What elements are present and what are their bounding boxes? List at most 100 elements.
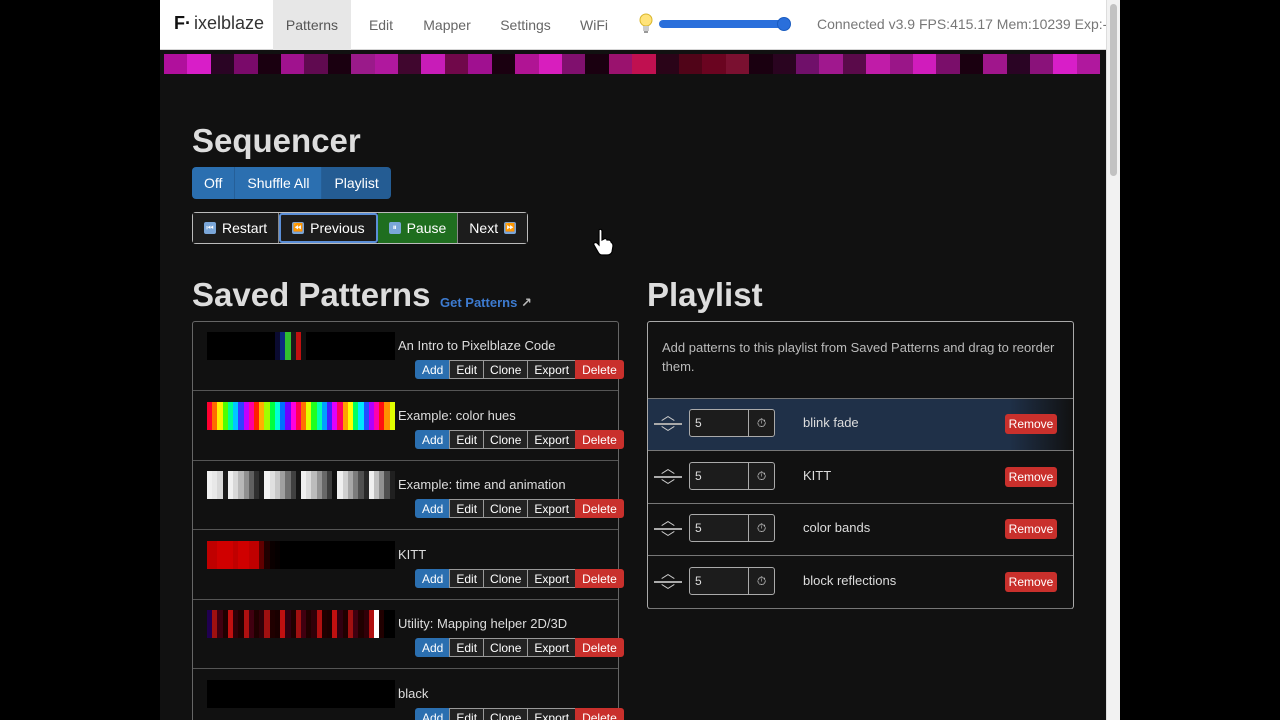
pattern-edit-button[interactable]: Edit xyxy=(449,429,485,449)
previous-label: Previous xyxy=(310,220,365,236)
pattern-add-button[interactable]: Add xyxy=(415,707,451,720)
pattern-delete-button[interactable]: Delete xyxy=(575,568,624,588)
pattern-preview[interactable] xyxy=(207,679,395,708)
led-pixel xyxy=(749,54,773,74)
remove-button[interactable]: Remove xyxy=(1005,414,1057,434)
pause-icon: ⏸ xyxy=(388,222,401,234)
pattern-export-button[interactable]: Export xyxy=(527,360,577,379)
remove-button[interactable]: Remove xyxy=(1005,571,1057,592)
led-pixel xyxy=(632,54,656,74)
pattern-delete-button[interactable]: Delete xyxy=(575,360,624,379)
pattern-add-button[interactable]: Add xyxy=(415,638,451,657)
tab-mapper[interactable]: Mapper xyxy=(415,0,479,50)
page-scrollbar[interactable] xyxy=(1106,0,1120,720)
tab-wifi[interactable]: WiFi xyxy=(573,0,615,50)
pattern-edit-button[interactable]: Edit xyxy=(449,638,485,657)
pattern-actions: Add Edit Clone Export Delete xyxy=(415,707,624,720)
playlist-row[interactable]: ︿ ﹀ 5 ⏱ blink fade Remove xyxy=(648,399,1073,451)
brightness-slider-knob[interactable] xyxy=(777,17,791,31)
mode-off-button[interactable]: Off xyxy=(192,167,236,199)
pattern-preview[interactable] xyxy=(207,471,395,499)
tab-edit[interactable]: Edit xyxy=(355,0,407,50)
pattern-export-button[interactable]: Export xyxy=(527,429,577,449)
playlist-hint: Add patterns to this playlist from Saved… xyxy=(662,340,1055,374)
pattern-export-button[interactable]: Export xyxy=(527,499,577,518)
duration-field[interactable]: 5 ⏱ xyxy=(689,566,775,595)
led-pixel xyxy=(983,54,1007,74)
playlist-title: Playlist xyxy=(647,276,763,313)
pattern-preview[interactable] xyxy=(207,332,395,360)
hand-cursor-icon xyxy=(593,228,614,256)
drag-handle-icon[interactable]: ︿ ﹀ xyxy=(654,566,682,598)
pattern-preview[interactable] xyxy=(207,610,395,638)
saved-patterns-list: An Intro to Pixelblaze Code Add Edit Clone E… xyxy=(192,321,624,720)
pattern-clone-button[interactable]: Clone xyxy=(483,499,529,518)
pattern-name: Utility: Mapping helper 2D/3D xyxy=(398,616,568,631)
pattern-add-button[interactable]: Add xyxy=(415,429,451,449)
pattern-edit-button[interactable]: Edit xyxy=(449,707,485,720)
app-window: F· ixelblaze Patterns Edit Mapper Settin… xyxy=(160,0,1106,720)
pattern-export-button[interactable]: Export xyxy=(527,638,577,657)
restart-button[interactable]: ⏮ Restart xyxy=(193,213,280,243)
scrollbar-thumb[interactable] xyxy=(1110,4,1117,176)
led-preview-strip xyxy=(164,54,1101,74)
playlist-row[interactable]: ︿ ﹀ 5 ⏱ KITT Remove xyxy=(648,452,1073,504)
brand[interactable]: F· ixelblaze xyxy=(174,13,264,34)
tab-patterns[interactable]: Patterns xyxy=(273,0,351,50)
pattern-preview[interactable] xyxy=(207,540,395,569)
tab-settings[interactable]: Settings xyxy=(493,0,558,50)
drag-handle-icon[interactable]: ︿ ﹀ xyxy=(654,513,682,545)
navbar: F· ixelblaze Patterns Edit Mapper Settin… xyxy=(160,0,1106,50)
pattern-clone-button[interactable]: Clone xyxy=(483,360,529,379)
pattern-delete-button[interactable]: Delete xyxy=(575,707,624,720)
sequencer-controls: ⏮ Restart ⏪ Previous ⏸ Pause Next ⏩ xyxy=(192,212,529,244)
pattern-name: Example: color hues xyxy=(398,407,516,423)
connection-status: Connected v3.9 FPS:415.17 Mem:10239 Exp:… xyxy=(817,16,1106,32)
pattern-clone-button[interactable]: Clone xyxy=(483,429,529,449)
led-pixel xyxy=(561,54,586,74)
led-pixel xyxy=(702,54,726,74)
led-pixel xyxy=(1053,54,1077,74)
pattern-edit-button[interactable]: Edit xyxy=(449,499,485,518)
pause-button[interactable]: ⏸ Pause xyxy=(377,213,459,243)
led-pixel xyxy=(725,54,750,74)
pattern-clone-button[interactable]: Clone xyxy=(483,707,529,720)
next-label: Next xyxy=(469,220,499,236)
restart-icon: ⏮ xyxy=(204,222,216,234)
mode-shuffle-all-button[interactable]: Shuffle All xyxy=(235,167,323,199)
pattern-delete-button[interactable]: Delete xyxy=(575,429,624,449)
brightness-slider[interactable] xyxy=(659,17,791,31)
duration-field[interactable]: 5 ⏱ xyxy=(689,409,775,437)
led-pixel xyxy=(913,54,937,74)
pattern-edit-button[interactable]: Edit xyxy=(449,360,485,379)
playlist-row[interactable]: ︿ ﹀ 5 ⏱ block reflections Remove xyxy=(648,557,1073,609)
led-pixel xyxy=(608,54,633,74)
pattern-add-button[interactable]: Add xyxy=(415,499,451,518)
led-pixel xyxy=(491,54,516,74)
pattern-delete-button[interactable]: Delete xyxy=(575,638,624,657)
pattern-preview[interactable] xyxy=(207,401,395,430)
saved-pattern-row: KITT Add Edit Clone Export Delete xyxy=(193,531,624,600)
pattern-export-button[interactable]: Export xyxy=(527,707,577,720)
get-patterns-link[interactable]: Get Patterns ↗ xyxy=(440,295,532,311)
pattern-clone-button[interactable]: Clone xyxy=(483,568,529,588)
drag-handle-icon[interactable]: ︿ ﹀ xyxy=(654,461,682,493)
duration-field[interactable]: 5 ⏱ xyxy=(689,461,775,490)
pattern-clone-button[interactable]: Clone xyxy=(483,638,529,657)
pattern-delete-button[interactable]: Delete xyxy=(575,499,624,518)
drag-handle-icon[interactable]: ︿ ﹀ xyxy=(654,408,682,440)
led-pixel xyxy=(327,54,352,74)
duration-field[interactable]: 5 ⏱ xyxy=(689,514,775,542)
remove-button[interactable]: Remove xyxy=(1005,519,1057,539)
pattern-export-button[interactable]: Export xyxy=(527,568,577,588)
led-pixel xyxy=(819,54,843,74)
next-button[interactable]: Next ⏩ xyxy=(458,213,528,243)
playlist-row[interactable]: ︿ ﹀ 5 ⏱ color bands Remove xyxy=(648,504,1073,556)
pattern-add-button[interactable]: Add xyxy=(415,360,451,379)
remove-button[interactable]: Remove xyxy=(1005,466,1057,487)
pattern-edit-button[interactable]: Edit xyxy=(449,568,485,588)
previous-button[interactable]: ⏪ Previous xyxy=(279,213,378,243)
playlist-item-name: KITT xyxy=(803,467,832,483)
pattern-add-button[interactable]: Add xyxy=(415,568,451,588)
mode-playlist-button[interactable]: Playlist xyxy=(322,167,391,199)
